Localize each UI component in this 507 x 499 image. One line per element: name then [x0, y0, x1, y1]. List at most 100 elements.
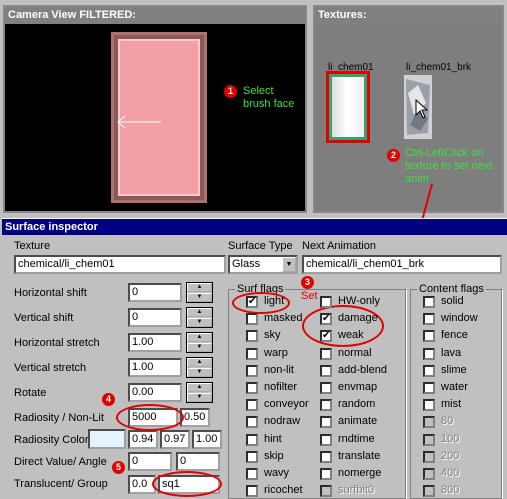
content-flag-label: fence [441, 329, 468, 342]
surf-flag-checkbox[interactable] [320, 364, 332, 377]
hshift-field[interactable]: 0 [128, 283, 182, 302]
surf-flag-checkbox[interactable] [320, 347, 332, 360]
surf-flag-checkbox[interactable] [320, 416, 332, 429]
radiosity-color-label: Radiosity Color [14, 434, 89, 446]
hshift-spinner[interactable]: ▲ ▼ [186, 282, 213, 303]
surf-flag-checkbox[interactable]: ✔ [320, 330, 332, 343]
next-animation-label: Next Animation [302, 240, 376, 252]
surf-flag-label: non-lit [264, 363, 294, 376]
vshift-label: Vertical shift [14, 312, 74, 324]
hstretch-field[interactable]: 1.00 [128, 333, 182, 352]
face-arrow-icon [117, 115, 161, 129]
content-flag-label: 80 [441, 415, 454, 428]
surf-flag-checkbox[interactable] [320, 450, 332, 463]
content-flag-checkbox[interactable] [423, 399, 435, 412]
radiosity-color-g[interactable]: 0.97 [160, 430, 190, 449]
surf-flag-checkbox[interactable] [246, 347, 258, 360]
surf-flag-checkbox[interactable] [320, 433, 332, 446]
surf-flag-label: normal [338, 346, 372, 359]
rotate-field[interactable]: 0.00 [128, 383, 182, 402]
surf-flag-checkbox[interactable]: ✔ [320, 313, 332, 326]
camera-view-panel[interactable]: Camera View FILTERED: 1 Select brush fac… [3, 5, 307, 213]
surf-flag-checkbox[interactable] [246, 364, 258, 377]
surf-flag-label: HW-only [338, 295, 380, 307]
content-flag-checkbox[interactable] [423, 330, 435, 343]
surf-flag-label: translate [338, 449, 381, 462]
surf-flag-checkbox[interactable] [246, 313, 258, 326]
surf-flag-checkbox[interactable] [246, 485, 258, 498]
surface-type-select[interactable]: Glass ▼ [228, 255, 298, 274]
texture-field[interactable]: chemical/li_chem01 [14, 255, 226, 274]
content-flag-label: slime [441, 363, 467, 376]
surf-flag-checkbox[interactable] [320, 468, 332, 480]
content-flag-checkbox [423, 450, 435, 463]
texture-li-chem01[interactable] [326, 71, 370, 143]
surf-flag-checkbox[interactable] [320, 382, 332, 394]
vshift-spinner[interactable]: ▲ ▼ [186, 307, 213, 328]
surf-flag-label: random [338, 398, 376, 411]
textures-title: Textures: [315, 7, 502, 24]
nonlit-field[interactable]: 0.50 [180, 408, 210, 427]
surf-flag-checkbox[interactable] [246, 468, 258, 480]
annotation-1-text: Select brush face [243, 85, 295, 110]
surf-flag-checkbox[interactable] [246, 399, 258, 412]
chevron-down-icon[interactable]: ▼ [282, 257, 296, 272]
surf-flag-checkbox[interactable] [246, 330, 258, 343]
direct-value-field[interactable]: 0 [128, 452, 172, 471]
content-flag-checkbox[interactable] [423, 296, 435, 308]
surf-flag-checkbox[interactable] [320, 296, 332, 308]
mouse-cursor-icon [415, 99, 429, 119]
radiosity-label: Radiosity / Non-Lit [14, 412, 104, 424]
content-flag-checkbox[interactable] [423, 347, 435, 360]
surf-flag-label: damage [338, 312, 378, 325]
annotation-5-oval [152, 471, 222, 497]
rotate-spinner[interactable]: ▲ ▼ [186, 382, 213, 403]
content-flag-label: 400 [441, 467, 460, 479]
camera-view-title: Camera View FILTERED: [5, 7, 305, 24]
surf-flag-label: ricochet [264, 484, 303, 497]
surf-flag-checkbox [320, 485, 332, 498]
surf-flag-label: nomerge [338, 467, 382, 479]
vstretch-field[interactable]: 1.00 [128, 358, 182, 377]
annotation-4-oval [116, 404, 184, 431]
inspector-title: Surface inspector [2, 219, 507, 235]
radiosity-color-swatch[interactable] [88, 429, 126, 449]
vshift-field[interactable]: 0 [128, 308, 182, 327]
radiosity-color-b[interactable]: 1.00 [192, 430, 222, 449]
annotation-2: 2 [387, 149, 400, 162]
surf-flag-checkbox[interactable] [246, 416, 258, 429]
content-flag-label: lava [441, 346, 462, 359]
surf-flag-label: nofilter [264, 381, 298, 393]
annotation-1: 1 [224, 85, 237, 98]
translucent-label: Translucent/ Group [14, 478, 108, 490]
next-animation-field[interactable]: chemical/li_chem01_brk [302, 255, 502, 274]
surf-flag-checkbox[interactable] [246, 433, 258, 446]
content-flag-label: window [441, 312, 478, 325]
content-flag-checkbox [423, 468, 435, 480]
surf-flag-label: animate [338, 415, 378, 428]
surf-flag-checkbox[interactable] [320, 399, 332, 412]
surf-flag-checkbox[interactable]: ✔ [246, 296, 258, 308]
surf-flag-label: warp [264, 346, 288, 359]
texture-label-2: li_chem01_brk [406, 62, 472, 73]
vstretch-spinner[interactable]: ▲ ▼ [186, 357, 213, 378]
content-flag-checkbox[interactable] [423, 382, 435, 394]
radiosity-color-r[interactable]: 0.94 [128, 430, 158, 449]
angle-field[interactable]: 0 [176, 452, 220, 471]
content-flag-label: 200 [441, 449, 460, 462]
surf-flag-label: conveyor [264, 398, 309, 411]
hshift-label: Horizontal shift [14, 287, 87, 299]
surf-flag-label: weak [338, 329, 364, 342]
content-flag-label: mist [441, 398, 462, 411]
annotation-3-text: Set [301, 290, 318, 302]
surf-flag-checkbox[interactable] [246, 450, 258, 463]
content-flag-checkbox[interactable] [423, 364, 435, 377]
content-flag-checkbox [423, 416, 435, 429]
surf-flag-checkbox[interactable] [246, 382, 258, 394]
hstretch-spinner[interactable]: ▲ ▼ [186, 332, 213, 353]
content-flag-checkbox[interactable] [423, 313, 435, 326]
surf-flag-label: rndtime [338, 432, 375, 445]
surf-flag-label: nodraw [264, 415, 301, 428]
surf-flag-label: surfbit0 [338, 484, 375, 497]
surf-flag-label: envmap [338, 381, 378, 393]
